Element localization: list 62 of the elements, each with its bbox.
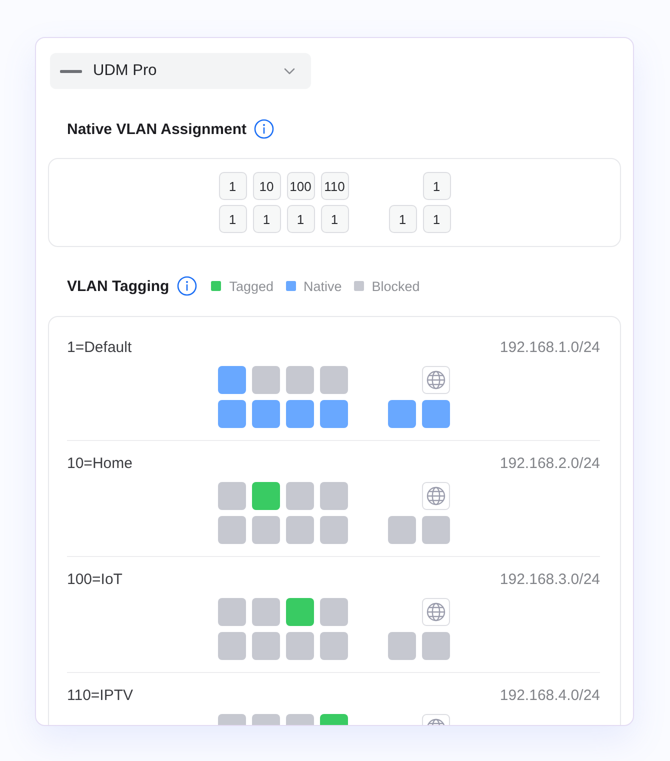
section-title: Native VLAN Assignment xyxy=(67,120,246,138)
port-tile[interactable] xyxy=(286,366,314,394)
globe-icon[interactable] xyxy=(422,366,450,394)
port-tile[interactable] xyxy=(320,516,348,544)
port-tile[interactable] xyxy=(252,482,280,510)
port-tile[interactable] xyxy=(252,400,280,428)
vlan-name: 1=Default xyxy=(67,338,132,357)
port-tile[interactable] xyxy=(388,632,416,660)
port-tile[interactable] xyxy=(320,400,348,428)
vlan-name: 10=Home xyxy=(67,454,132,473)
port-tile[interactable] xyxy=(422,632,450,660)
subnet-text: 192.168.2.0/24 xyxy=(500,454,600,473)
subnet-text: 192.168.1.0/24 xyxy=(500,338,600,357)
port-tile[interactable] xyxy=(320,366,348,394)
port-vlan-field[interactable]: 1 xyxy=(286,205,314,233)
globe-icon[interactable] xyxy=(422,482,450,510)
info-icon[interactable] xyxy=(254,119,274,139)
legend-label: Tagged xyxy=(229,278,274,294)
info-icon[interactable] xyxy=(177,276,198,296)
legend-label: Blocked xyxy=(372,278,420,294)
vlan-name: 110=IPTV xyxy=(67,686,134,705)
subnet-text: 192.168.3.0/24 xyxy=(500,570,600,589)
port-vlan-field[interactable]: 1 xyxy=(320,205,348,233)
port-tile[interactable] xyxy=(218,400,246,428)
port-tile[interactable] xyxy=(252,516,280,544)
port-tile[interactable] xyxy=(218,516,246,544)
port-tile[interactable] xyxy=(422,516,450,544)
section-title: VLAN Tagging xyxy=(67,278,170,294)
port-tile[interactable] xyxy=(286,632,314,660)
port-vlan-field[interactable]: 10 xyxy=(252,172,280,200)
port-tile[interactable] xyxy=(286,400,314,428)
port-tile[interactable] xyxy=(320,482,348,510)
globe-icon[interactable] xyxy=(422,598,450,626)
port-vlan-field[interactable]: 110 xyxy=(320,172,348,200)
port-tile[interactable] xyxy=(218,632,246,660)
port-tile[interactable] xyxy=(218,598,246,626)
port-tile[interactable] xyxy=(218,366,246,394)
port-vlan-field[interactable]: 1 xyxy=(218,205,246,233)
port-tile[interactable] xyxy=(388,400,416,428)
port-tile[interactable] xyxy=(252,366,280,394)
dash-icon xyxy=(60,70,82,72)
device-dropdown[interactable]: UDM Pro xyxy=(50,53,311,89)
legend-label: Native xyxy=(304,278,342,294)
port-tile[interactable] xyxy=(286,516,314,544)
port-vlan-field[interactable]: 100 xyxy=(286,172,314,200)
port-tile[interactable] xyxy=(422,400,450,428)
port-vlan-field[interactable]: 1 xyxy=(388,205,416,233)
port-tile[interactable] xyxy=(286,598,314,626)
port-vlan-field[interactable]: 1 xyxy=(252,205,280,233)
port-tile[interactable] xyxy=(320,598,348,626)
port-vlan-field[interactable]: 1 xyxy=(422,205,450,233)
chevron-down-icon xyxy=(284,68,295,74)
subnet-text: 192.168.4.0/24 xyxy=(500,686,600,705)
port-tile[interactable] xyxy=(252,632,280,660)
port-vlan-field[interactable]: 1 xyxy=(218,172,246,200)
port-vlan-field[interactable]: 1 xyxy=(422,172,450,200)
vlan-name: 100=IoT xyxy=(67,570,122,589)
port-tile[interactable] xyxy=(388,516,416,544)
port-tile[interactable] xyxy=(286,482,314,510)
port-tile[interactable] xyxy=(218,482,246,510)
port-tile[interactable] xyxy=(320,632,348,660)
port-tile[interactable] xyxy=(252,598,280,626)
